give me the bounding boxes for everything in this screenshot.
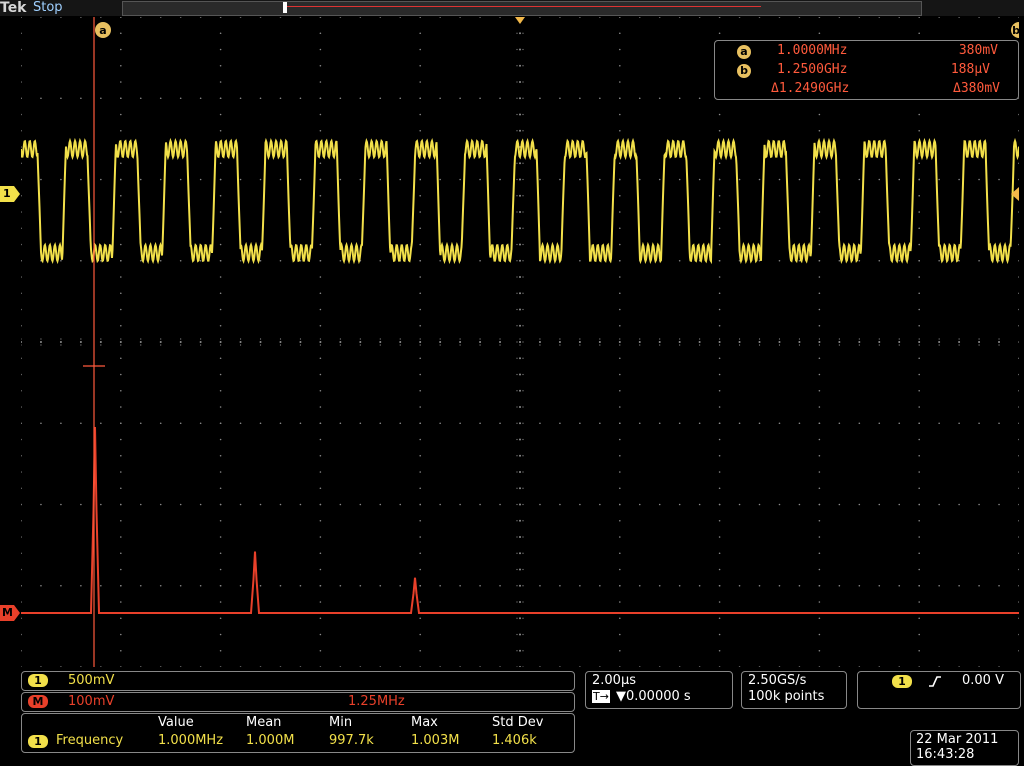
cursor-a-marker[interactable]: a	[95, 22, 111, 38]
measurement-header-max: Max	[411, 715, 438, 730]
horizontal-delay: ▼0.00000 s	[616, 689, 691, 704]
channel1-scale: 500mV	[68, 673, 115, 688]
measurement-table[interactable]: Value Mean Min Max Std Dev 1 Frequency 1…	[21, 713, 575, 753]
measurement-header-value: Value	[158, 715, 194, 730]
cursor-a-icon: a	[737, 45, 751, 59]
rising-edge-icon	[929, 676, 941, 687]
timebase-readout[interactable]: 2.00µs T→ ▼0.00000 s	[585, 671, 733, 709]
measurement-name: Frequency	[56, 733, 124, 748]
cursor-a-frequency: 1.0000MHz	[777, 43, 848, 58]
channel1-ground-marker[interactable]: 1	[0, 186, 20, 202]
math-ground-marker[interactable]: M	[0, 605, 20, 621]
waveform-graticule: a b	[20, 16, 1024, 668]
cursor-b-marker-label: b	[1012, 24, 1019, 37]
measurement-min: 997.7k	[329, 733, 374, 748]
record-position-marker[interactable]	[283, 2, 287, 13]
measurement-header-mean: Mean	[246, 715, 282, 730]
waveform-display[interactable]: a b	[20, 16, 1024, 668]
cursor-delta-voltage: Δ380mV	[953, 81, 1000, 96]
cursor-b-icon: b	[737, 64, 751, 78]
channel1-icon: 1	[28, 674, 48, 687]
math-icon: M	[28, 695, 48, 708]
record-length: 100k points	[748, 689, 825, 704]
channel1-readout[interactable]: 1 500mV	[21, 671, 575, 691]
measurement-header-stddev: Std Dev	[492, 715, 544, 730]
cursor-readout: a 1.0000MHz 380mV b 1.2500GHz 188µV Δ1.2…	[714, 40, 1019, 100]
horizontal-scale: 2.00µs	[592, 673, 636, 688]
record-view-bar[interactable]	[122, 1, 922, 16]
measurement-stddev: 1.406k	[492, 733, 537, 748]
measurement-value: 1.000MHz	[158, 733, 224, 748]
trigger-source-icon: 1	[892, 675, 912, 688]
cursor-a-voltage: 380mV	[958, 43, 998, 58]
trigger-delay-icon: T→	[592, 690, 610, 703]
math-center-frequency: 1.25MHz	[348, 694, 405, 709]
time-text: 16:43:28	[916, 747, 975, 762]
trigger-position-icon[interactable]	[515, 17, 525, 24]
cursor-b-voltage: 188µV	[950, 62, 990, 77]
channel1-trace	[20, 137, 1020, 265]
trigger-readout[interactable]: 1 0.00 V	[857, 671, 1021, 709]
acquisition-readout[interactable]: 2.50GS/s 100k points	[741, 671, 847, 709]
math-scale: 100mV	[68, 694, 115, 709]
record-view-window[interactable]	[286, 6, 761, 7]
cursor-a-marker-label: a	[99, 24, 106, 37]
sample-rate: 2.50GS/s	[748, 673, 807, 688]
math-readout[interactable]: M 100mV 1.25MHz	[21, 692, 575, 712]
trigger-level: 0.00 V	[962, 673, 1004, 688]
cursor-b-frequency: 1.2500GHz	[777, 62, 848, 77]
cursor-b-marker[interactable]: b	[1011, 22, 1024, 38]
date-text: 22 Mar 2011	[916, 732, 999, 747]
measurement-max: 1.003M	[411, 733, 460, 748]
measurement-header-min: Min	[329, 715, 353, 730]
datetime-readout: 22 Mar 2011 16:43:28	[910, 730, 1019, 766]
measurement-source-icon: 1	[28, 735, 48, 748]
measurement-mean: 1.000M	[246, 733, 295, 748]
cursor-delta-frequency: Δ1.2490GHz	[771, 81, 850, 96]
acquisition-status: Stop	[33, 0, 63, 15]
brand-logo: Tek	[0, 0, 27, 16]
